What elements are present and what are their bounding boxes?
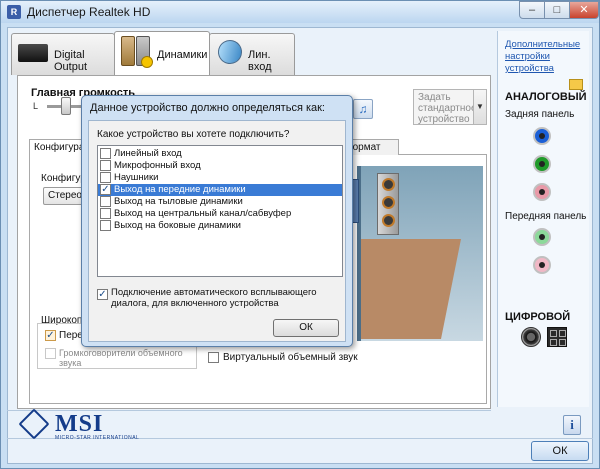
msi-emblem-icon [18,408,50,440]
auto-popup-option[interactable]: ✓ Подключение автоматического всплывающе… [97,287,343,311]
info-icon[interactable]: i [563,415,581,435]
device-type-label: Наушники [114,172,159,183]
folder-icon[interactable] [569,79,583,90]
device-type-checkbox[interactable] [100,220,111,231]
virtual-surround-checkbox[interactable] [208,352,219,363]
rear-blue-jack[interactable] [533,127,551,145]
mute-speaker-icon[interactable]: ♫ [353,99,373,119]
device-type-item[interactable]: Выход на боковые динамики [98,220,342,232]
set-default-device-label: Задать стандартное устройство [418,92,477,125]
rear-green-jack[interactable] [533,155,551,173]
device-type-checkbox[interactable] [100,160,111,171]
coaxial-port-icon[interactable] [521,327,541,347]
digital-output-icon [18,44,48,62]
realtek-window: R Диспетчер Realtek HD – □ ✕ Дополнитель… [0,0,600,469]
front-fullrange-checkbox[interactable]: ✓ [45,330,56,341]
device-type-label: Линейный вход [114,148,182,159]
tab-label: Лин. вход [248,49,272,73]
analog-header: АНАЛОГОВЫЙ [505,91,587,103]
msi-logo-sub: MICRO-STAR INTERNATIONAL [55,435,140,441]
device-type-item[interactable]: Выход на центральный канал/сабвуфер [98,208,342,220]
app-icon: R [7,5,21,19]
rear-panel-label: Задняя панель [505,109,575,120]
device-type-item[interactable]: Наушники [98,172,342,184]
rear-pink-jack[interactable] [533,183,551,201]
device-type-dialog: Данное устройство должно определяться ка… [81,95,353,347]
close-button[interactable]: ✕ [569,1,599,19]
front-speaker-illustration[interactable] [377,173,399,235]
dialog-question: Какое устройство вы хотете подключить? [97,129,290,140]
minimize-button[interactable]: – [519,1,545,19]
device-type-list: Линейный вход Микрофонный вход Наушники ✓ Вы… [97,145,343,277]
device-type-checkbox[interactable]: ✓ [100,184,111,195]
auto-popup-label: Подключение автоматического всплывающего… [111,287,317,309]
dialog-body: Какое устройство вы хотете подключить? Л… [88,120,346,342]
device-type-item[interactable]: Микрофонный вход [98,160,342,172]
device-type-item[interactable]: Выход на тыловые динамики [98,196,342,208]
tab-speakers[interactable]: Динамики [114,31,210,75]
dialog-ok-button[interactable]: ОК [273,319,339,337]
virtual-surround-label: Виртуальный объемный звук [223,352,358,363]
device-type-checkbox[interactable] [100,172,111,183]
msi-logo: MSI MICRO-STAR INTERNATIONAL [18,408,143,443]
tab-label: Динамики [157,49,208,61]
tab-digital-output[interactable]: Digital Output [11,33,115,75]
tab-line-in[interactable]: Лин. вход [209,33,295,75]
device-type-label: Микрофонный вход [114,160,201,171]
surround-fullrange-label: Громкоговорители объемного звука [59,348,183,368]
title-bar: R Диспетчер Realtek HD – □ ✕ [1,1,599,23]
device-type-label: Выход на боковые динамики [114,220,241,231]
speaker-icon [121,36,135,66]
device-type-label: Выход на передние динамики [114,184,246,195]
tab-label: Digital Output [54,49,88,73]
device-type-item[interactable]: Линейный вход [98,148,342,160]
msi-logo-word: MSI [55,411,104,437]
maximize-button[interactable]: □ [544,1,570,19]
device-type-item[interactable]: ✓ Выход на передние динамики [98,184,342,196]
device-type-checkbox[interactable] [100,148,111,159]
ok-button[interactable]: ОК [531,441,589,461]
front-green-jack[interactable] [533,228,551,246]
digital-header: ЦИФРОВОЙ [505,311,571,323]
tab-speaker-config[interactable]: Конфигура [29,139,89,155]
dialog-title: Данное устройство должно определяться ка… [90,102,325,114]
front-pink-jack[interactable] [533,256,551,274]
line-in-icon [213,35,247,69]
device-type-checkbox[interactable] [100,196,111,207]
auto-popup-checkbox[interactable]: ✓ [97,289,108,300]
default-badge-icon [141,56,153,68]
advanced-settings-link[interactable]: Дополнительные настройки устройства [505,39,585,75]
device-type-checkbox[interactable] [100,208,111,219]
chevron-down-icon[interactable]: ▼ [473,89,487,125]
front-panel-label: Передняя панель [505,211,587,222]
balance-slider-thumb[interactable] [61,97,71,115]
surround-fullrange-checkbox [45,348,56,359]
set-default-device-dropdown[interactable]: Задать стандартное устройство ▼ [413,89,487,125]
optical-port-icon[interactable] [547,327,567,347]
balance-left-label: L [33,101,39,111]
device-type-label: Выход на тыловые динамики [114,196,243,207]
device-type-label: Выход на центральный канал/сабвуфер [114,208,292,219]
window-title: Диспетчер Realtek HD [27,5,151,19]
